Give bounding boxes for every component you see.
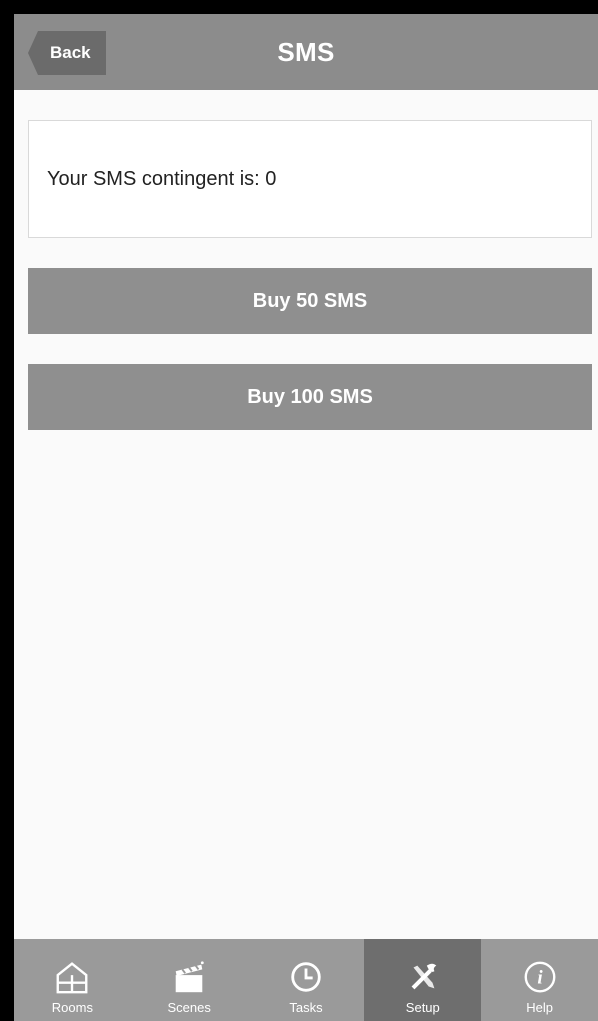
tab-rooms[interactable]: Rooms	[14, 939, 131, 1021]
clock-icon	[291, 962, 321, 992]
buy-50-sms-button[interactable]: Buy 50 SMS	[28, 268, 592, 334]
tab-label: Help	[526, 1000, 553, 1015]
tab-label: Rooms	[51, 1000, 93, 1015]
header-bar: Back SMS	[14, 14, 598, 90]
tab-scenes[interactable]: Scenes	[131, 939, 248, 1021]
house-icon	[56, 962, 88, 994]
tab-label: Tasks	[289, 1000, 323, 1015]
tab-help[interactable]: i Help	[481, 939, 598, 1021]
tab-label: Setup	[405, 1000, 440, 1015]
clapperboard-icon	[175, 961, 204, 993]
sms-contingent-text: Your SMS contingent is: 0	[47, 167, 277, 190]
sms-contingent-panel: Your SMS contingent is: 0	[28, 120, 592, 238]
app-screen: Back SMS Your SMS contingent is: 0 Buy 5…	[14, 14, 598, 1021]
tools-icon	[411, 963, 437, 990]
tab-label: Scenes	[167, 1000, 211, 1015]
back-button[interactable]: Back	[28, 31, 106, 75]
tab-setup[interactable]: Setup	[364, 939, 482, 1021]
buy-100-sms-button[interactable]: Buy 100 SMS	[28, 364, 592, 430]
info-icon: i	[524, 961, 556, 993]
tab-tasks[interactable]: Tasks	[248, 939, 365, 1021]
bottom-tab-bar: Rooms Scenes Tasks Setup i Help	[14, 939, 598, 1021]
svg-text:i: i	[537, 968, 543, 989]
